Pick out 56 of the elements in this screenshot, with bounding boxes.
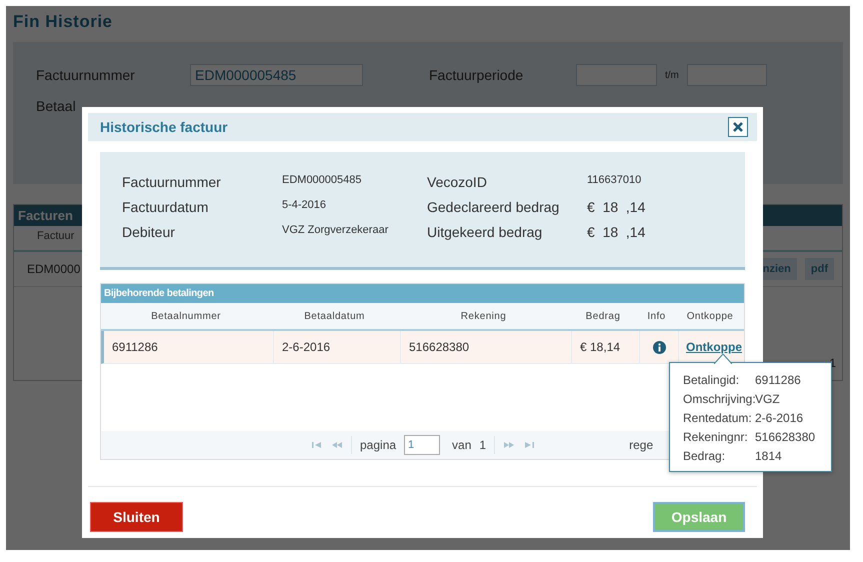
tooltip-label: Omschrijving: [683, 392, 755, 406]
input-field[interactable]: EDM000005485 [190, 64, 363, 86]
last-page-icon[interactable] [523, 441, 536, 449]
pager-label: pagina [360, 438, 396, 452]
info-value: € 18 ,14 [587, 224, 646, 240]
info-value: VGZ Zorgverzekeraar [282, 224, 390, 238]
column-header: Ontkoppe [686, 310, 734, 322]
column-header: Betaaldatum [303, 310, 366, 322]
tooltip-label: Bedrag: [683, 449, 726, 463]
grid-title-bar: Bijbehorende betalingen [101, 284, 744, 303]
tooltip-label: Rentedatum: [683, 411, 753, 425]
previous-page-icon[interactable] [331, 441, 343, 449]
first-page-icon[interactable] [311, 441, 323, 449]
date-field[interactable] [576, 64, 657, 86]
tooltip-value: 516628380 [755, 430, 816, 444]
dialog-button[interactable]: Sluiten [90, 502, 183, 532]
column-header: Info [646, 310, 667, 322]
info-label: Uitgekeerd bedrag [427, 224, 544, 240]
dialog-title: Historische factuur [100, 119, 228, 135]
info-value: EDM000005485 [282, 174, 363, 188]
table-cell: 516628380 [401, 331, 572, 363]
tooltip-value: 1814 [755, 449, 783, 463]
info-label: Debiteur [122, 224, 176, 240]
tooltip-value: 6911286 [755, 373, 802, 387]
field-label: Factuurnummer [36, 67, 136, 83]
column-header: Rekening [460, 310, 508, 322]
table-cell: EDM0000 [27, 262, 80, 276]
field-label: Factuurperiode [429, 67, 524, 83]
page-title: Fin Historie [12, 11, 114, 33]
dialog-button[interactable]: Opslaan [653, 502, 745, 532]
rows-label: rege [629, 438, 654, 452]
field-label: Betaal [36, 98, 77, 114]
next-page-icon[interactable] [503, 441, 516, 449]
page-input[interactable]: 1 [404, 435, 440, 455]
date-field[interactable] [686, 64, 767, 86]
tooltip-label: Rekeningnr: [683, 430, 749, 444]
info-label: VecozoID [427, 174, 488, 190]
range-separator: t/m [665, 70, 679, 80]
column-header: Bedrag [584, 310, 622, 322]
page-total: 1 [479, 438, 486, 452]
column-header: Betaalnummer [150, 310, 222, 322]
info-label: Factuurnummer [122, 174, 222, 190]
close-icon [733, 122, 743, 132]
unlink-link[interactable]: Ontkoppe [679, 340, 744, 354]
table-cell: 2-6-2016 [274, 331, 401, 363]
close-button[interactable] [728, 117, 748, 137]
tooltip-label: Betalingid: [683, 373, 740, 387]
payment-row[interactable]: 6911286 2-6-2016 516628380 € 18,14 Ontkoppe [101, 331, 744, 364]
info-value: 116637010 [587, 174, 642, 188]
tooltip-value: 2-6-2016 [755, 411, 804, 425]
info-icon[interactable] [652, 340, 666, 354]
row-button[interactable]: pdf [804, 258, 834, 280]
tooltip-value: VGZ [755, 392, 781, 406]
table-cell: € 18,14 [572, 331, 640, 363]
pager-label: van [452, 438, 472, 452]
table-cell: 6911286 [104, 331, 274, 363]
